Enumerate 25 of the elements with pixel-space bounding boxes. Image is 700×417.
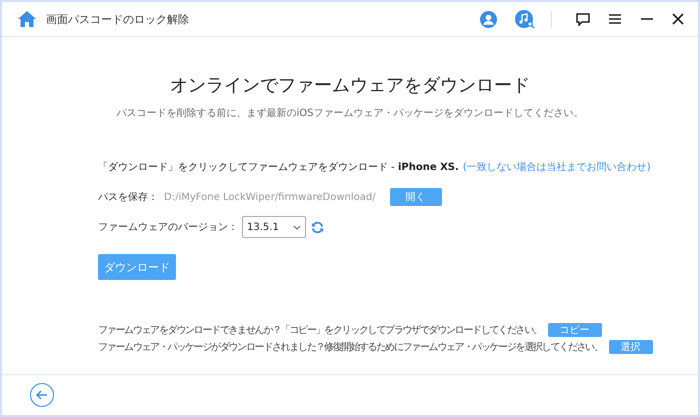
download-button[interactable]: ダウンロード (98, 254, 176, 280)
window-title: 画面パスコードのロック解除 (46, 12, 190, 26)
copy-button[interactable]: コピー (548, 323, 602, 337)
music-search-icon[interactable] (515, 10, 535, 28)
select-button[interactable]: 選択 (608, 340, 653, 354)
version-dropdown[interactable]: 13.5.1 (242, 216, 306, 238)
back-button[interactable] (30, 383, 54, 407)
chevron-down-icon (293, 224, 301, 230)
firmware-version-label: ファームウェアのバージョン： (98, 221, 238, 234)
open-button[interactable]: 開く (390, 188, 442, 206)
home-icon[interactable] (18, 11, 36, 27)
page-heading: オンラインでファームウェアをダウンロード (169, 74, 531, 97)
save-path-label: パスを保存： (98, 191, 158, 204)
menu-icon[interactable] (608, 13, 622, 25)
help-text: ファームウェアをダウンロードできませんか？「コピー」をクリックしてブラウザでダウンロードしてください。 (98, 324, 542, 337)
help-text: ファームウェア・パッケージがダウンロードされました？修復開始するためにファームウェア・パッケージを選択してください。 (98, 341, 603, 354)
feedback-icon[interactable] (576, 12, 590, 26)
instruction-text: 「ダウンロード」をクリックしてファームウェアをダウンロード - iPhone XS. (98, 160, 459, 174)
save-path-value: D:/iMyFone LockWiper/firmwareDownload/ (164, 192, 376, 202)
page-subheading: パスコードを削除する前に、まず最新のiOSファームウェア・パッケージをダウンロードしてください。 (116, 106, 584, 120)
arrow-left-icon (36, 390, 48, 400)
refresh-icon[interactable] (311, 220, 324, 234)
close-icon[interactable] (672, 13, 684, 25)
contact-link[interactable]: (一致しない場合は当社までお問い合わせ) (462, 160, 651, 174)
user-icon[interactable] (480, 10, 497, 28)
